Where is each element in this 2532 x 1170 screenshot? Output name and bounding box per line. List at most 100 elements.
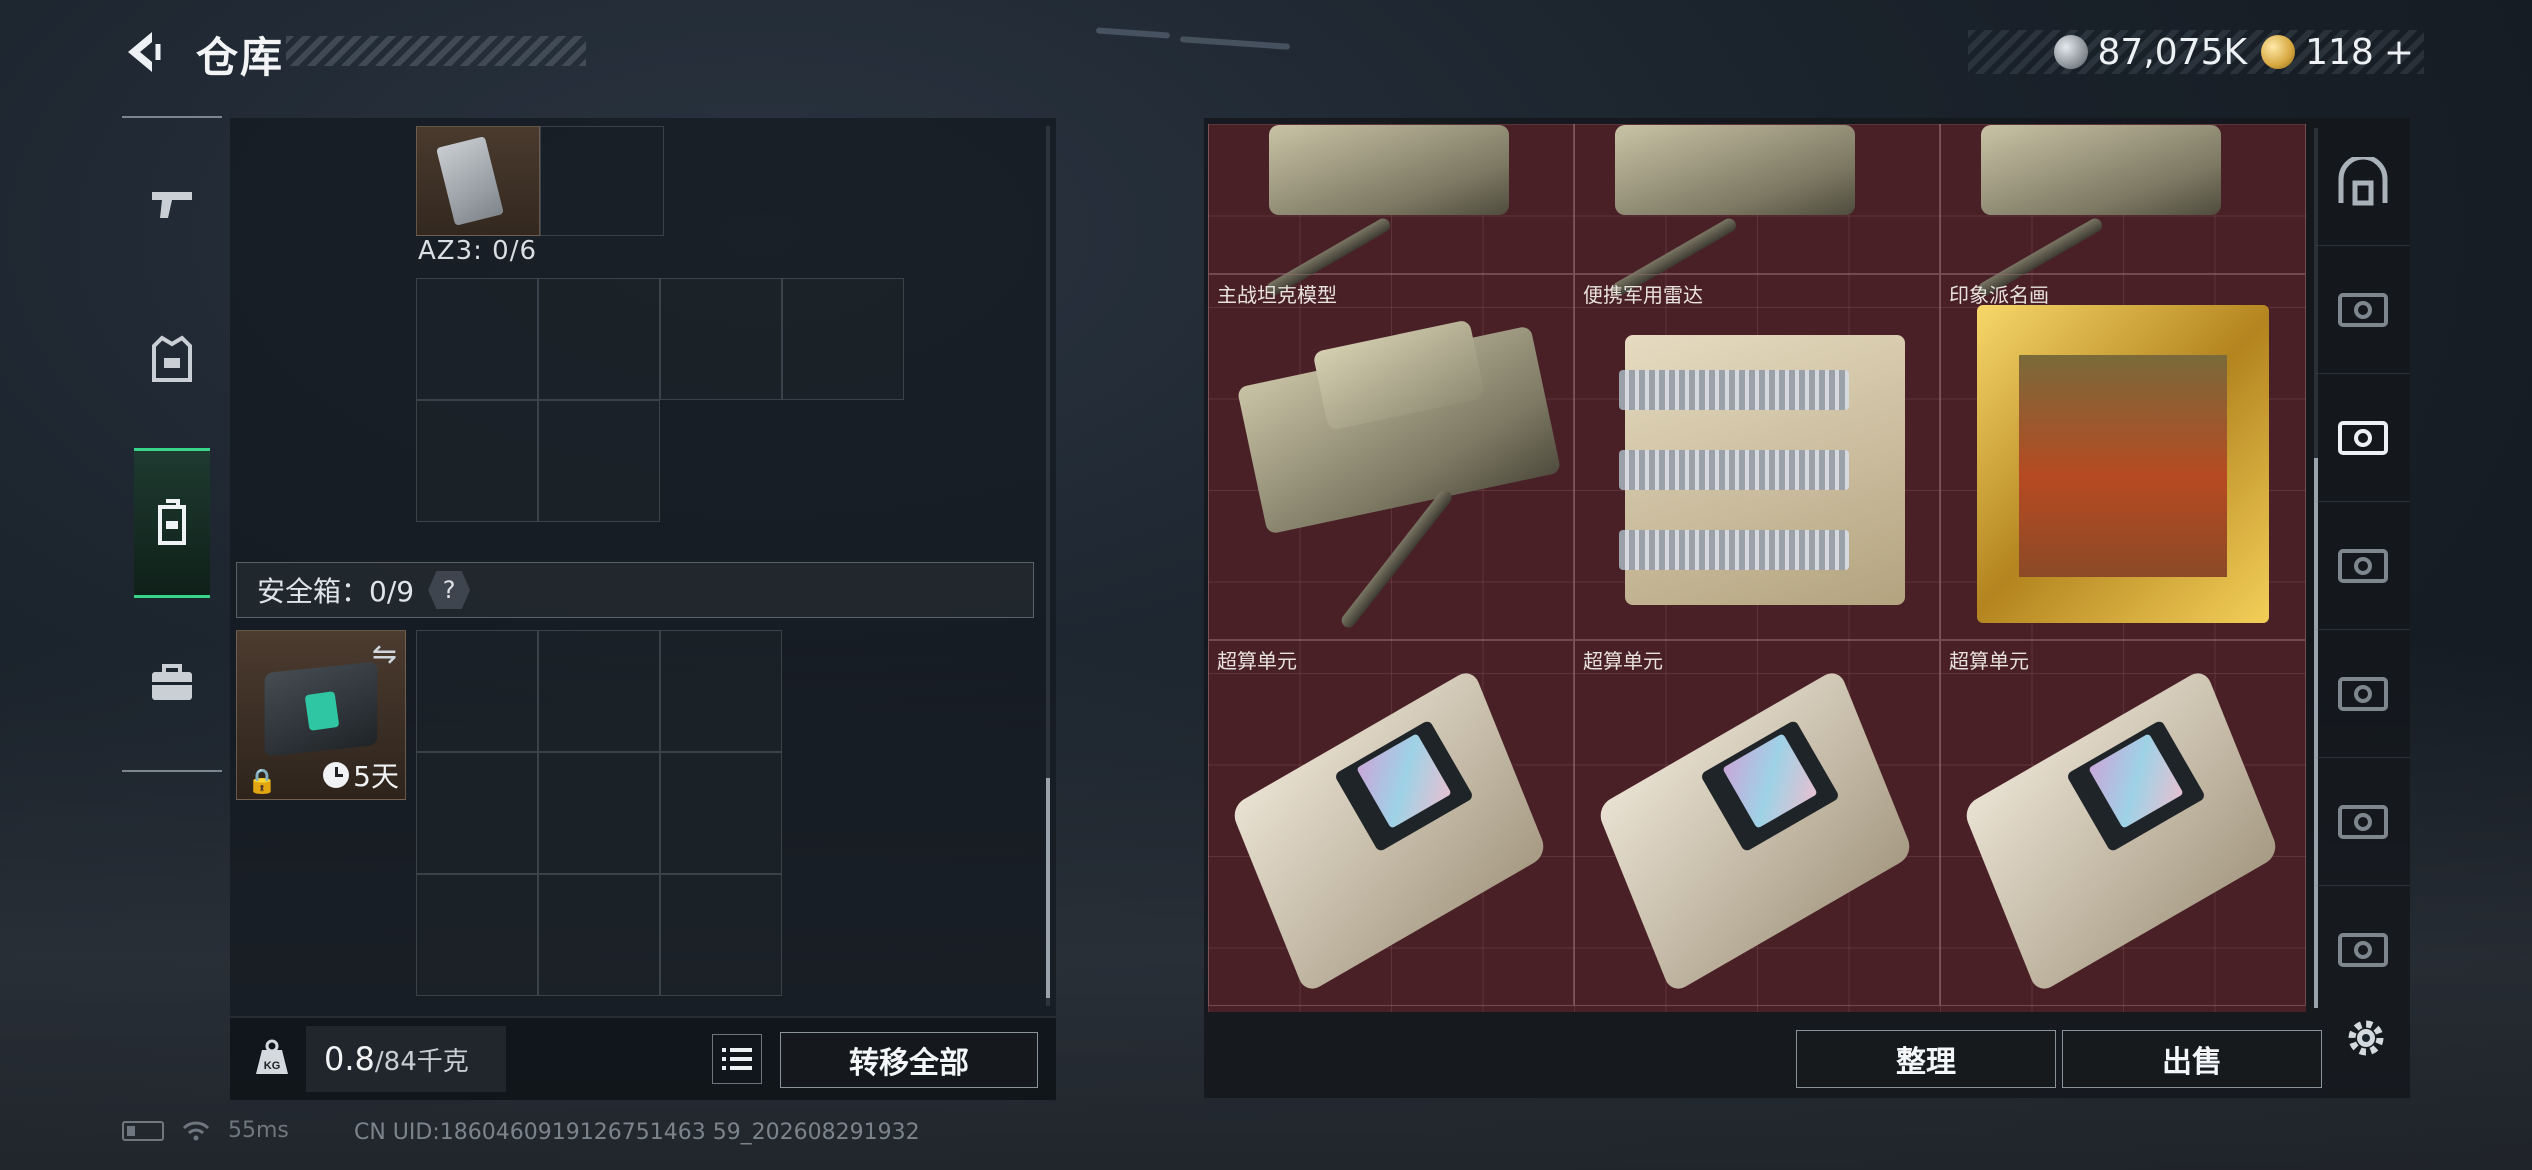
safe-box-item[interactable]: ⇋ 🔒 5天: [236, 630, 406, 800]
battery-icon: [122, 1120, 164, 1141]
stash-item-cpu[interactable]: 超算单元: [1574, 640, 1940, 1006]
lock-icon: 🔒: [247, 767, 277, 795]
backpack-icon: [158, 499, 186, 545]
stash-tab-1[interactable]: [2316, 246, 2410, 374]
tank-icon: [1981, 125, 2221, 215]
grid-cell[interactable]: [538, 630, 660, 752]
gear-icon: [2348, 1020, 2384, 1056]
back-button[interactable]: [118, 26, 170, 78]
item-name: 超算单元: [1949, 649, 2029, 673]
max-weight: /84千克: [374, 1046, 469, 1077]
nav-item-equipment[interactable]: [132, 312, 212, 408]
silver-coin-icon: [2053, 35, 2088, 69]
nav-item-backpack[interactable]: [134, 448, 210, 598]
top-bar: 仓库 87,075K 118 +: [0, 0, 2532, 110]
clock-icon: [323, 762, 350, 788]
stash-tab-2[interactable]: [2316, 374, 2410, 502]
stash-item-cpu[interactable]: 超算单元: [1208, 640, 1574, 1006]
nav-item-weapon[interactable]: [132, 156, 212, 252]
item-name: 印象派名画: [1949, 283, 2049, 307]
stash-page-icon: [2338, 676, 2388, 711]
scrollbar-thumb[interactable]: [1046, 778, 1050, 998]
grid-cell[interactable]: [660, 630, 782, 752]
item-name: 主战坦克模型: [1217, 283, 1337, 307]
stash-page-icon: [2338, 292, 2388, 327]
list-icon: [722, 1048, 752, 1070]
stash-page-tabs: [2316, 118, 2410, 990]
stash-item-painting[interactable]: 印象派名画: [1940, 274, 2306, 640]
stash-tab-3[interactable]: [2316, 502, 2410, 630]
grid-cell[interactable]: [782, 278, 904, 400]
list-view-button[interactable]: [712, 1034, 762, 1084]
transfer-all-button[interactable]: 转移全部: [780, 1032, 1038, 1088]
grid-cell[interactable]: [538, 400, 660, 522]
stash-tab-6[interactable]: [2316, 886, 2410, 990]
grid-cell[interactable]: [416, 874, 538, 996]
backpack-grid: [416, 278, 904, 522]
weight-icon: KG: [244, 1030, 300, 1086]
grid-cell[interactable]: [416, 630, 538, 752]
keycard-icon: [436, 136, 504, 226]
stash-tab-home[interactable]: [2316, 118, 2410, 246]
home-vault-icon: [2338, 156, 2388, 205]
stash-page-icon: [2338, 420, 2388, 455]
tank-icon: [1269, 125, 1509, 215]
stash-tab-4[interactable]: [2316, 630, 2410, 758]
stash-item-tank[interactable]: 主战坦克模型: [1208, 274, 1574, 640]
safe-box-grid: [416, 630, 782, 996]
gold-currency[interactable]: 118 +: [2261, 32, 2414, 73]
grid-cell[interactable]: [416, 400, 538, 522]
currency-bar: 87,075K 118 +: [1968, 30, 2424, 74]
stash-item-radar[interactable]: 便携军用雷达: [1574, 274, 1940, 640]
add-currency-button[interactable]: +: [2384, 32, 2414, 73]
grid-cell[interactable]: [416, 278, 538, 400]
grid-cell[interactable]: [540, 126, 664, 236]
help-button[interactable]: ?: [428, 571, 471, 609]
radar-fin: [1619, 530, 1849, 570]
item-name: 便携军用雷达: [1583, 283, 1703, 307]
ping-readout: 55ms: [228, 1118, 289, 1143]
stash-item-cpu[interactable]: 超算单元: [1940, 640, 2306, 1006]
stash-panel: 主战坦克模型 便携军用雷达 印象派名画 超算单元 超算单元 超算单元 整理 出售: [1204, 118, 2410, 1098]
stash-page-icon: [2338, 548, 2388, 583]
sort-button[interactable]: 整理: [1796, 1030, 2056, 1088]
stash-item-tank-partial[interactable]: [1940, 124, 2306, 299]
briefcase-icon: [152, 664, 192, 700]
stash-item-tank-partial[interactable]: [1574, 124, 1940, 299]
swap-icon[interactable]: ⇋: [372, 637, 397, 672]
nav-divider: [122, 770, 222, 772]
left-category-nav: [122, 116, 222, 772]
current-weight: 0.8: [324, 1040, 375, 1078]
grid-cell[interactable]: [660, 278, 782, 400]
grid-cell[interactable]: [538, 874, 660, 996]
grid-cell[interactable]: [538, 752, 660, 874]
backpack-panel: AZ3: 0/6 安全箱：0/9 ? ⇋ 🔒 5天: [230, 118, 1056, 1016]
az-item-slot[interactable]: [416, 126, 540, 236]
pistol-icon: [152, 192, 192, 218]
weight-bar: KG 0.8 /84千克 转移全部: [230, 1018, 1056, 1100]
az-capacity-label: AZ3: 0/6: [418, 236, 538, 266]
sell-button[interactable]: 出售: [2062, 1030, 2322, 1088]
tank-icon: [1615, 125, 1855, 215]
wifi-icon: [182, 1121, 210, 1140]
safe-box-accent: [304, 691, 340, 731]
silver-currency: 87,075K: [2053, 32, 2247, 73]
grid-cell[interactable]: [538, 278, 660, 400]
settings-button[interactable]: [2338, 1010, 2394, 1066]
stash-grid: 主战坦克模型 便携军用雷达 印象派名画 超算单元 超算单元 超算单元: [1208, 124, 2306, 1012]
page-title: 仓库: [196, 33, 285, 82]
grid-cell[interactable]: [416, 752, 538, 874]
radar-fin: [1619, 450, 1849, 490]
grid-cell[interactable]: [660, 752, 782, 874]
nav-divider: [122, 116, 222, 118]
radar-fin: [1619, 370, 1849, 410]
stash-item-tank-partial[interactable]: [1208, 124, 1574, 299]
grid-cell[interactable]: [660, 874, 782, 996]
stash-tab-5[interactable]: [2316, 758, 2410, 886]
nav-item-toolbox[interactable]: [132, 634, 212, 730]
safe-box-capacity: 安全箱：0/9: [257, 575, 415, 608]
item-name: 超算单元: [1583, 649, 1663, 673]
safe-box-timer: 5天: [323, 755, 399, 795]
user-id: CN UID:1860460919126751463 59_2026082919…: [354, 1120, 920, 1145]
stash-page-icon: [2338, 932, 2388, 967]
